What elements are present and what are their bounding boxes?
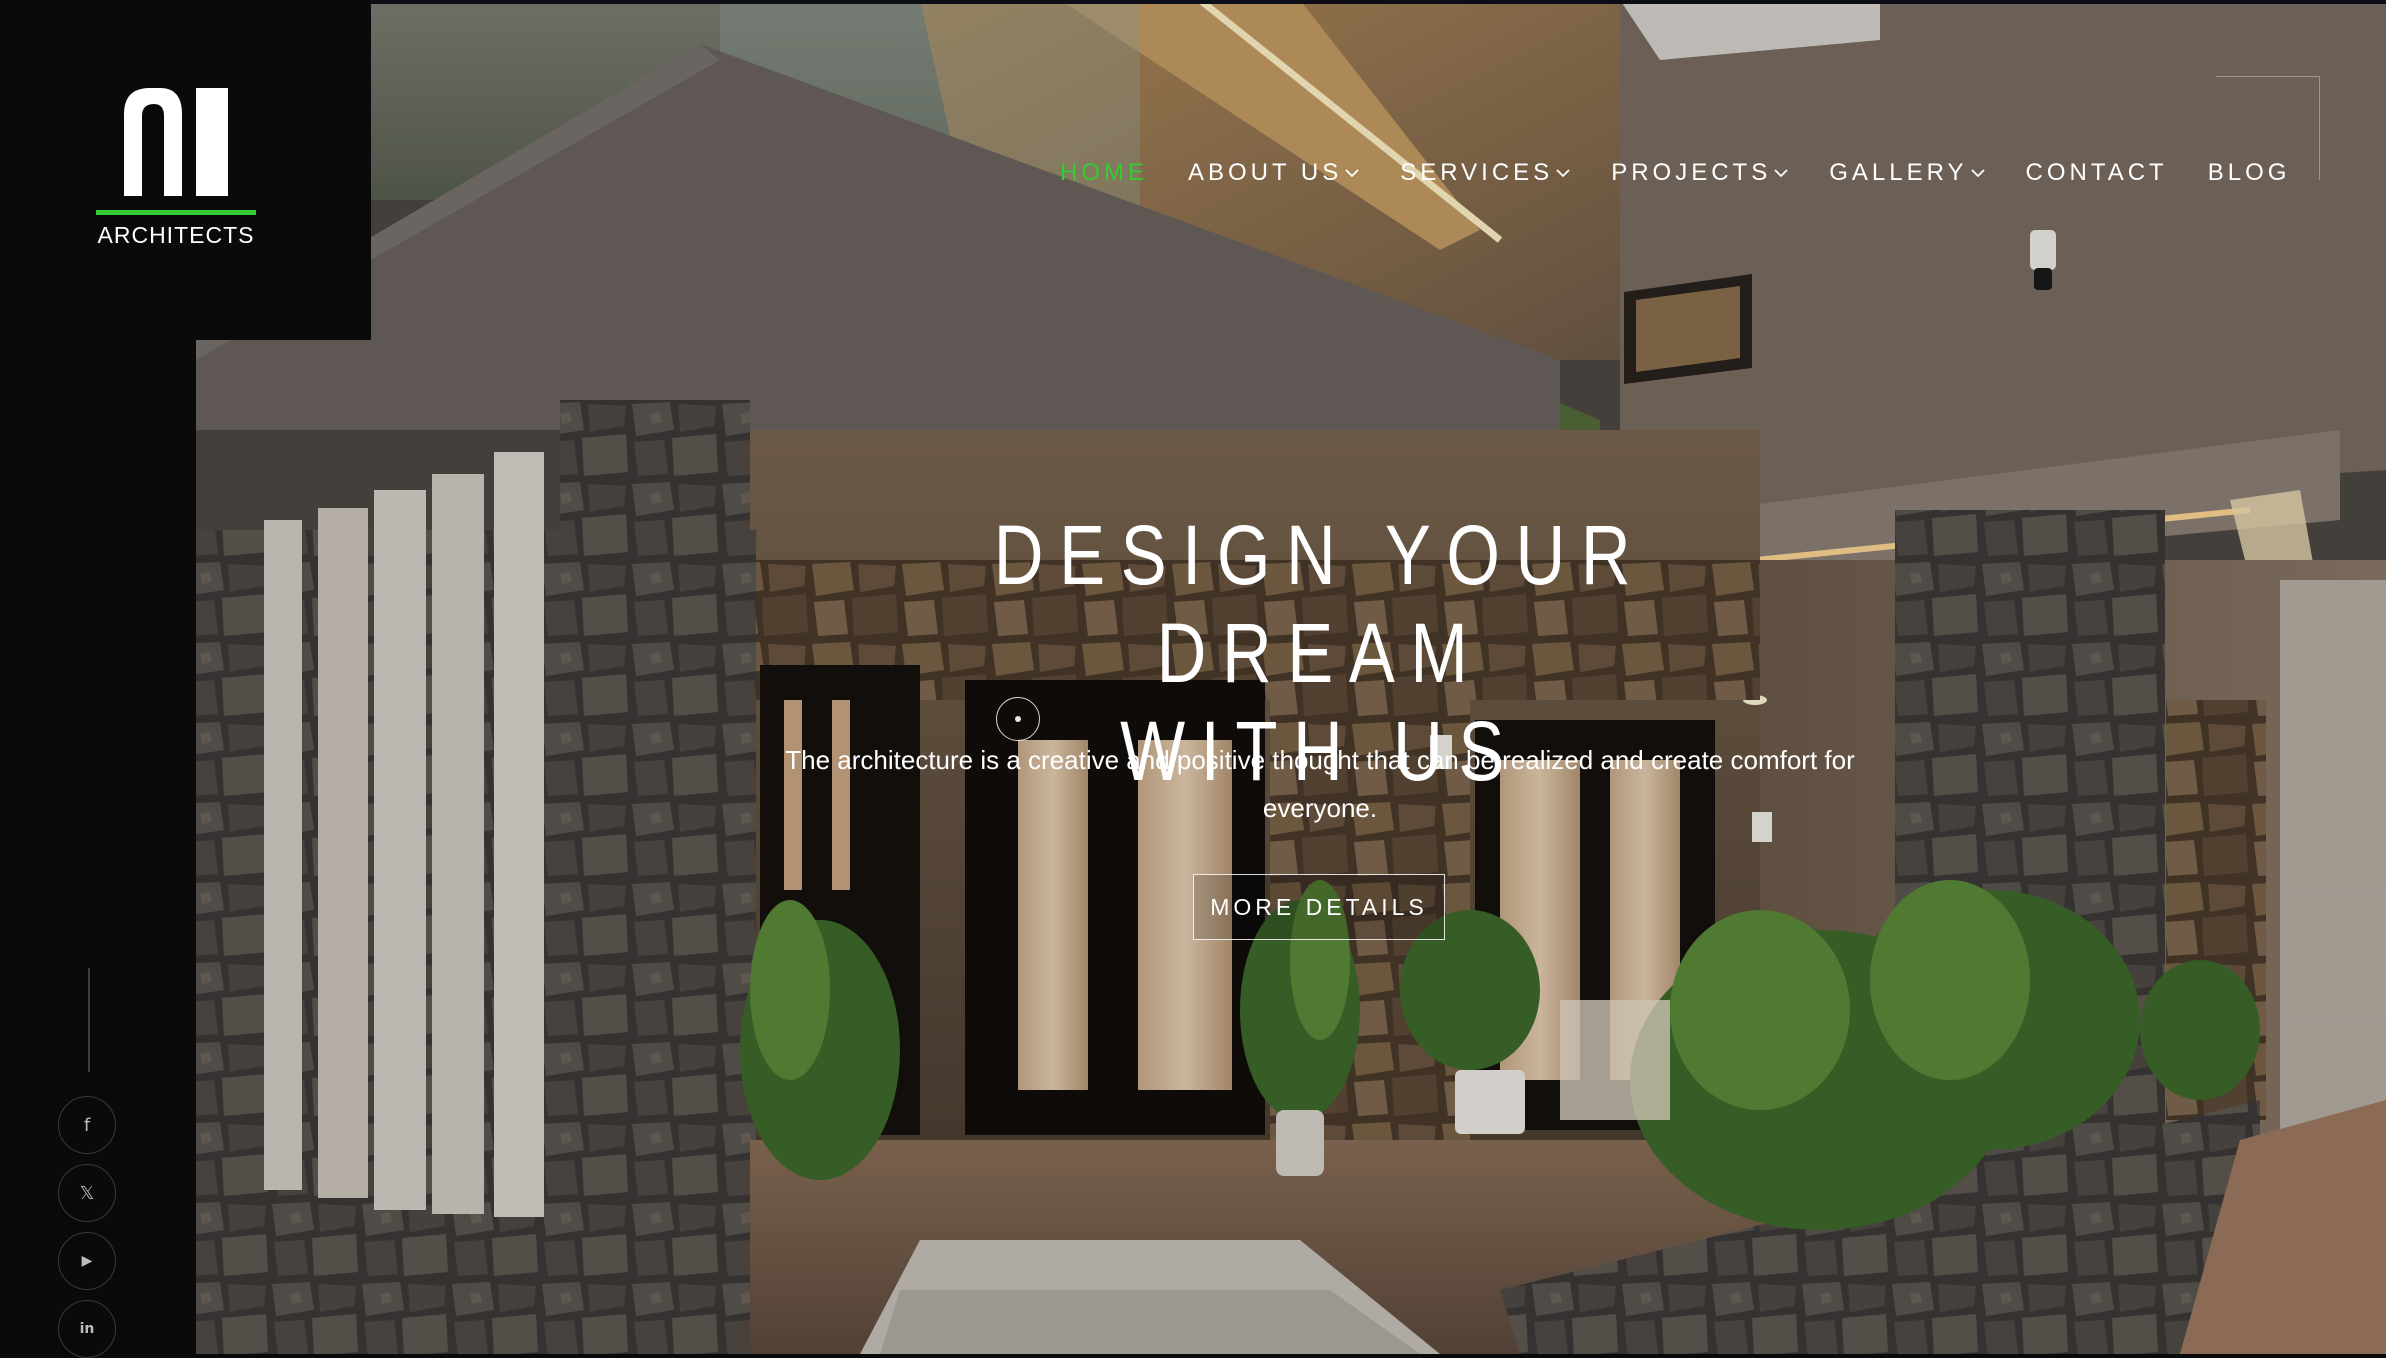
chevron-down-icon	[1345, 169, 1359, 178]
youtube-button[interactable]: ▶	[58, 1232, 116, 1290]
nav-label: SERVICES	[1400, 159, 1554, 186]
more-details-button[interactable]: MORE DETAILS	[1193, 874, 1445, 940]
chevron-down-icon	[1970, 169, 1985, 178]
nav-item-services[interactable]: SERVICES	[1400, 159, 1571, 187]
logo-underline	[96, 210, 256, 215]
hero-title-line-1: DESIGN YOUR DREAM	[993, 508, 1647, 700]
logo-block[interactable]: ARCHITECTS	[0, 0, 371, 340]
nav-label: GALLERY	[1829, 159, 1968, 186]
nav-label: HOME	[1060, 159, 1148, 186]
nav-item-about-us[interactable]: ABOUT US	[1188, 159, 1360, 187]
chevron-down-icon	[1774, 169, 1788, 178]
facebook-icon: f	[83, 1114, 91, 1136]
youtube-icon: ▶	[81, 1253, 93, 1269]
hero-subtitle: The architecture is a creative and posit…	[785, 745, 1855, 823]
chevron-down-icon	[1556, 169, 1570, 178]
x-twitter-icon: 𝕏	[79, 1182, 95, 1204]
sidebar-divider	[88, 968, 90, 1072]
facebook-button[interactable]: f	[58, 1096, 116, 1154]
nav-item-home[interactable]: HOME	[1060, 159, 1148, 187]
logo-mark-icon	[124, 88, 228, 196]
x-twitter-button[interactable]: 𝕏	[58, 1164, 116, 1222]
nav-label: PROJECTS	[1611, 159, 1772, 186]
nav-label: ABOUT US	[1188, 159, 1343, 186]
linkedin-button[interactable]: in	[58, 1300, 116, 1358]
nav-item-contact[interactable]: CONTACT	[2026, 159, 2168, 187]
cursor-dot	[1015, 716, 1021, 722]
nav-item-gallery[interactable]: GALLERY	[1829, 159, 1985, 187]
linkedin-icon: in	[79, 1321, 95, 1337]
nav-item-projects[interactable]: PROJECTS	[1611, 159, 1789, 187]
logo-text: ARCHITECTS	[97, 222, 255, 248]
decorative-corner-frame	[2216, 76, 2320, 180]
main-nav: HOME ABOUT US SERVICES PROJECTS GALLERY …	[1060, 156, 2330, 190]
nav-label: CONTACT	[2025, 159, 2168, 186]
